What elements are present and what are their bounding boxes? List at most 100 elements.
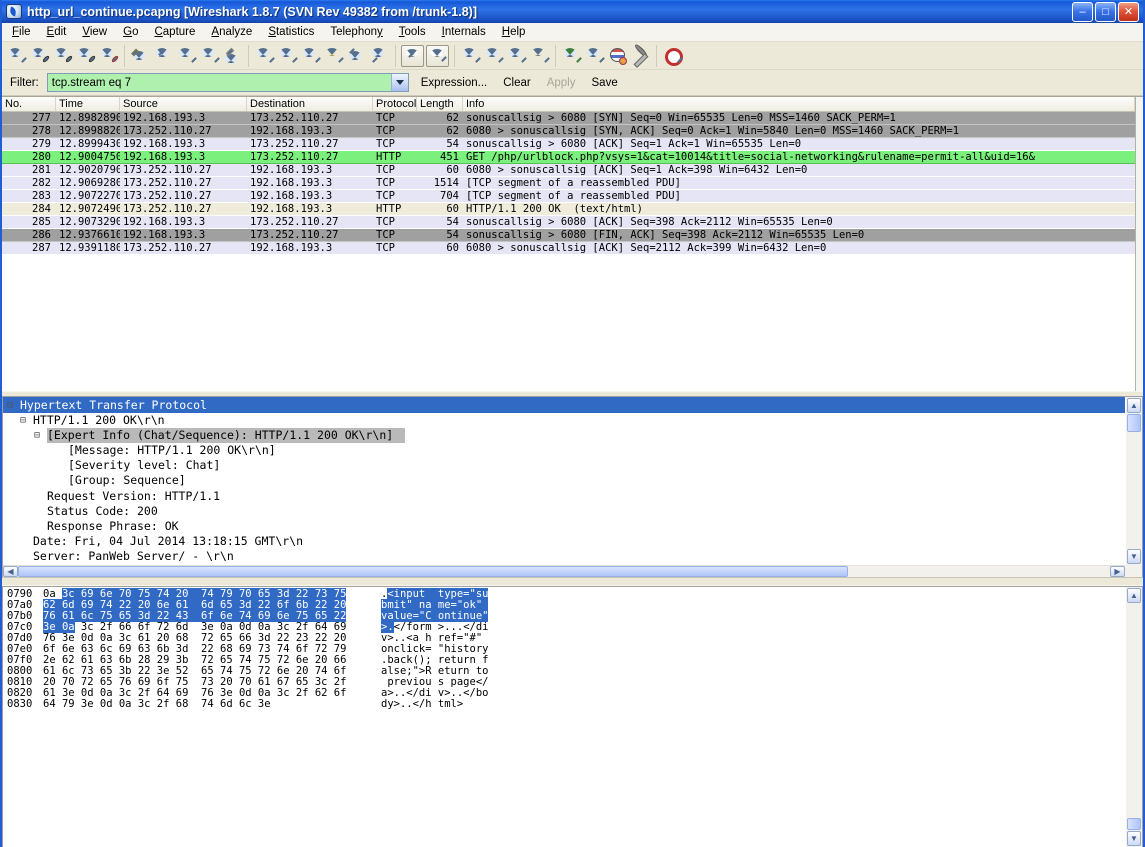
hex-row[interactable]: 0790 0a 3c 69 6e 70 75 74 20 74 79 70 65…: [7, 589, 1125, 600]
detail-row[interactable]: ⊟HTTP/1.1 200 OK\r\n: [3, 413, 1125, 428]
scroll-right-icon[interactable]: ▶: [1110, 566, 1125, 577]
scroll-down-icon[interactable]: ▼: [1127, 549, 1141, 564]
open-icon[interactable]: [129, 45, 152, 67]
goto-bottom-icon[interactable]: [368, 45, 391, 67]
tree-expander-icon[interactable]: ⊟: [34, 428, 47, 443]
scroll-up-icon[interactable]: ▲: [1127, 588, 1141, 603]
column-header[interactable]: Length: [417, 97, 463, 111]
packet-row[interactable]: 27712.8982890192.168.193.3173.252.110.27…: [2, 112, 1135, 125]
menu-item[interactable]: Internals: [434, 24, 494, 40]
hex-row[interactable]: 0830 64 79 3e 0d 0a 3c 2f 68 74 6d 6c 3e…: [7, 699, 1125, 710]
bytes-vertical-scrollbar[interactable]: ▲ ▼: [1125, 587, 1142, 847]
column-header[interactable]: Protocol: [373, 97, 417, 111]
packet-row[interactable]: 28212.9069280173.252.110.27192.168.193.3…: [2, 177, 1135, 190]
menu-item[interactable]: Analyze: [203, 24, 260, 40]
interfaces-icon[interactable]: [5, 45, 28, 67]
colorize-icon[interactable]: [401, 45, 424, 67]
filter-input[interactable]: [48, 74, 391, 91]
zoom-out-icon[interactable]: [482, 45, 505, 67]
menu-item[interactable]: Capture: [146, 24, 203, 40]
goto-top-icon[interactable]: [345, 45, 368, 67]
capture-options-icon[interactable]: [28, 45, 51, 67]
packet-row[interactable]: 27812.8998820173.252.110.27192.168.193.3…: [2, 125, 1135, 138]
save-icon[interactable]: [152, 45, 175, 67]
column-header[interactable]: No.: [2, 97, 56, 111]
print-icon[interactable]: [221, 45, 244, 67]
capture-filters-icon[interactable]: [560, 45, 583, 67]
find-icon[interactable]: [253, 45, 276, 67]
details-horizontal-scrollbar[interactable]: ◀ ▶: [3, 565, 1125, 577]
goto-packet-icon[interactable]: [322, 45, 345, 67]
menu-item[interactable]: Tools: [391, 24, 434, 40]
menu-item[interactable]: Help: [494, 24, 534, 40]
details-vertical-scrollbar[interactable]: ▲ ▼: [1125, 397, 1142, 564]
help-icon[interactable]: [661, 45, 684, 67]
menu-item[interactable]: File: [4, 24, 39, 40]
packet-row[interactable]: 28312.9072270173.252.110.27192.168.193.3…: [2, 190, 1135, 203]
scroll-up-icon[interactable]: ▲: [1127, 398, 1141, 413]
coloring-rules-icon[interactable]: [606, 45, 629, 67]
tree-expander-icon[interactable]: ⊟: [7, 398, 20, 413]
packet-row[interactable]: 28612.9376610192.168.193.3173.252.110.27…: [2, 229, 1135, 242]
menu-item[interactable]: Statistics: [260, 24, 322, 40]
minimize-button[interactable]: –: [1072, 2, 1093, 22]
filter-action-button[interactable]: Apply: [539, 74, 584, 92]
details-hscroll-thumb[interactable]: [18, 566, 848, 577]
detail-row[interactable]: [Message: HTTP/1.1 200 OK\r\n]: [3, 443, 1125, 458]
menu-item[interactable]: View: [74, 24, 115, 40]
packet-row[interactable]: 28012.9004750192.168.193.3173.252.110.27…: [2, 151, 1135, 164]
filter-action-button[interactable]: Clear: [495, 74, 538, 92]
menu-item[interactable]: Edit: [39, 24, 75, 40]
zoom-100-icon[interactable]: [505, 45, 528, 67]
forward-icon[interactable]: [299, 45, 322, 67]
scroll-left-icon[interactable]: ◀: [3, 566, 18, 577]
preferences-icon[interactable]: [629, 45, 652, 67]
autoscroll-icon[interactable]: [426, 45, 449, 67]
filter-action-button[interactable]: Save: [584, 74, 626, 92]
capture-stop-icon[interactable]: [74, 45, 97, 67]
detail-row[interactable]: Server: PanWeb Server/ - \r\n: [3, 549, 1125, 564]
detail-row[interactable]: Date: Fri, 04 Jul 2014 13:18:15 GMT\r\n: [3, 534, 1125, 549]
menu-item[interactable]: Go: [115, 24, 146, 40]
capture-start-icon[interactable]: [51, 45, 74, 67]
detail-row[interactable]: Status Code: 200: [3, 504, 1125, 519]
hex-dump: 0790 0a 3c 69 6e 70 75 74 20 74 79 70 65…: [3, 587, 1125, 847]
scroll-down-icon[interactable]: ▼: [1127, 831, 1141, 846]
detail-row[interactable]: ⊟[Expert Info (Chat/Sequence): HTTP/1.1 …: [3, 428, 1125, 443]
detail-row[interactable]: Request Version: HTTP/1.1: [3, 489, 1125, 504]
column-header[interactable]: Info: [463, 97, 1135, 111]
toolbar-group: [248, 45, 391, 67]
title-bar[interactable]: http_url_continue.pcapng [Wireshark 1.8.…: [2, 0, 1143, 23]
tree-expander-icon[interactable]: ⊟: [20, 413, 33, 428]
detail-row[interactable]: Response Phrase: OK: [3, 519, 1125, 534]
capture-restart-icon[interactable]: [97, 45, 120, 67]
column-header[interactable]: Source: [120, 97, 247, 111]
close-icon[interactable]: [175, 45, 198, 67]
packet-row[interactable]: 28112.9020790173.252.110.27192.168.193.3…: [2, 164, 1135, 177]
reload-icon[interactable]: [198, 45, 221, 67]
zoom-in-icon[interactable]: [459, 45, 482, 67]
bytes-scroll-thumb[interactable]: [1127, 818, 1141, 830]
filter-dropdown-button[interactable]: [391, 74, 408, 91]
packet-list-scrollbar[interactable]: [1135, 97, 1143, 391]
maximize-button[interactable]: □: [1095, 2, 1116, 22]
display-filters-icon[interactable]: [583, 45, 606, 67]
detail-row[interactable]: ⊟Hypertext Transfer Protocol: [3, 397, 1125, 412]
detail-row[interactable]: [Group: Sequence]: [3, 473, 1125, 488]
back-icon[interactable]: [276, 45, 299, 67]
close-button[interactable]: ✕: [1118, 2, 1139, 22]
toolbar-group: [395, 45, 450, 67]
packet-row[interactable]: 27912.8999430192.168.193.3173.252.110.27…: [2, 138, 1135, 151]
packet-row[interactable]: 28412.9072490173.252.110.27192.168.193.3…: [2, 203, 1135, 216]
filter-label[interactable]: Filter:: [6, 75, 43, 91]
column-header[interactable]: Destination: [247, 97, 373, 111]
filter-action-button[interactable]: Expression...: [413, 74, 495, 92]
packet-row[interactable]: 28712.9391180173.252.110.27192.168.193.3…: [2, 242, 1135, 255]
resize-columns-icon[interactable]: [528, 45, 551, 67]
details-scroll-thumb[interactable]: [1127, 414, 1141, 432]
packet-row[interactable]: 28512.9073290192.168.193.3173.252.110.27…: [2, 216, 1135, 229]
menu-item[interactable]: Telephony: [322, 24, 390, 40]
column-header[interactable]: Time: [56, 97, 120, 111]
detail-row[interactable]: [Severity level: Chat]: [3, 458, 1125, 473]
pane-splitter-bottom[interactable]: [2, 577, 1143, 586]
